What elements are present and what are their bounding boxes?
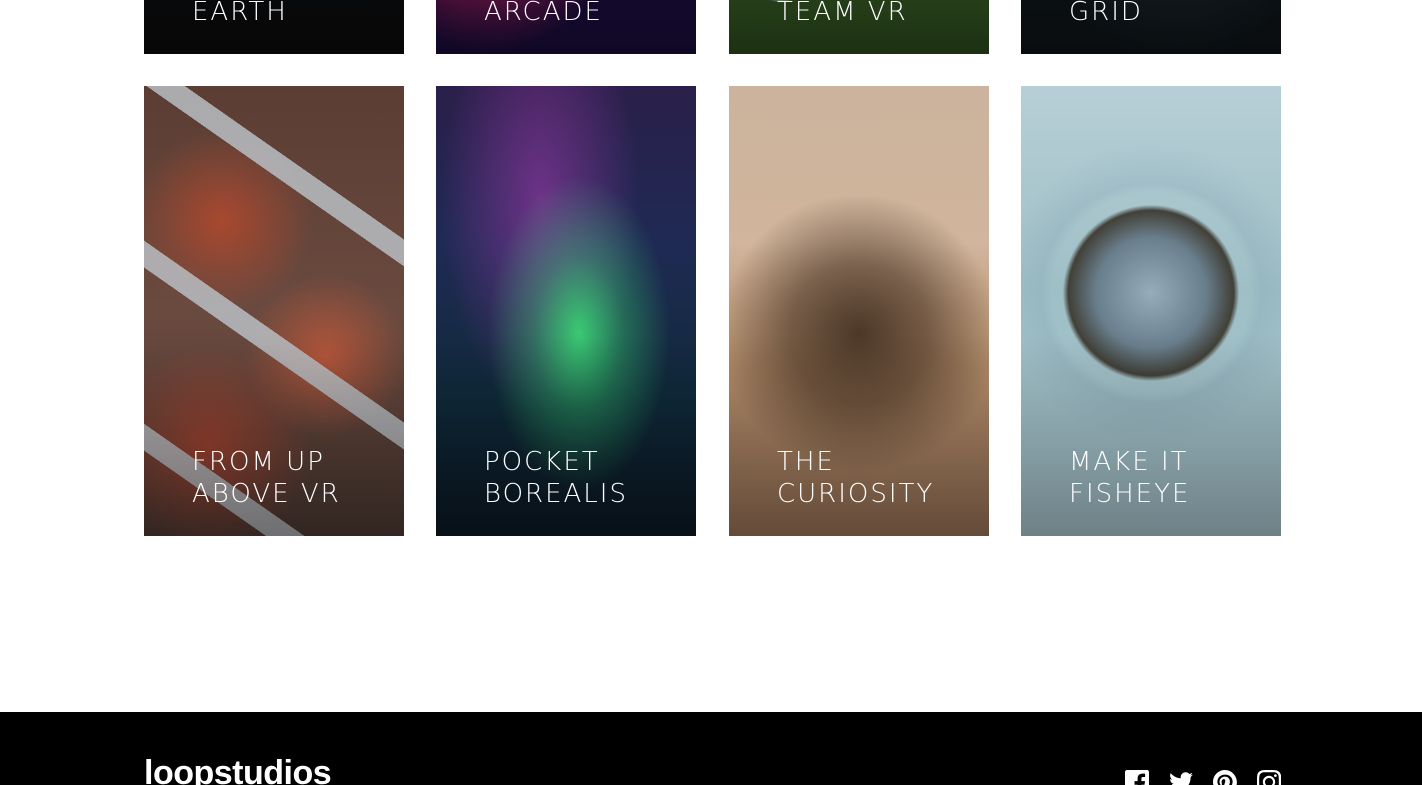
footer: loopstudios [0,712,1422,785]
social-links [1125,770,1282,785]
facebook-icon[interactable] [1125,770,1149,785]
card-make-it-fisheye[interactable]: MAKE IT FISHEYE [1021,86,1281,536]
card-title: TEAM VR [777,0,908,27]
twitter-icon[interactable] [1169,770,1193,785]
card-title: ARCADE [484,0,603,27]
card-title: THE CURIOSITY [777,447,935,509]
card-earth[interactable]: EARTH [144,0,404,54]
card-arcade[interactable]: ARCADE [436,0,696,54]
card-from-up-above-vr[interactable]: FROM UP ABOVE VR [144,86,404,536]
card-title: MAKE IT FISHEYE [1069,447,1191,509]
card-title: GRID [1069,0,1143,27]
pinterest-icon[interactable] [1213,770,1237,785]
brand-logo[interactable]: loopstudios [144,756,332,785]
card-title: EARTH [192,0,288,27]
card-team-vr[interactable]: TEAM VR [729,0,989,54]
card-title: POCKET BOREALIS [484,447,628,509]
card-pocket-borealis[interactable]: POCKET BOREALIS [436,86,696,536]
instagram-icon[interactable] [1257,770,1282,785]
card-grid[interactable]: GRID [1021,0,1281,54]
card-title: FROM UP ABOVE VR [192,447,341,509]
card-the-curiosity[interactable]: THE CURIOSITY [729,86,989,536]
